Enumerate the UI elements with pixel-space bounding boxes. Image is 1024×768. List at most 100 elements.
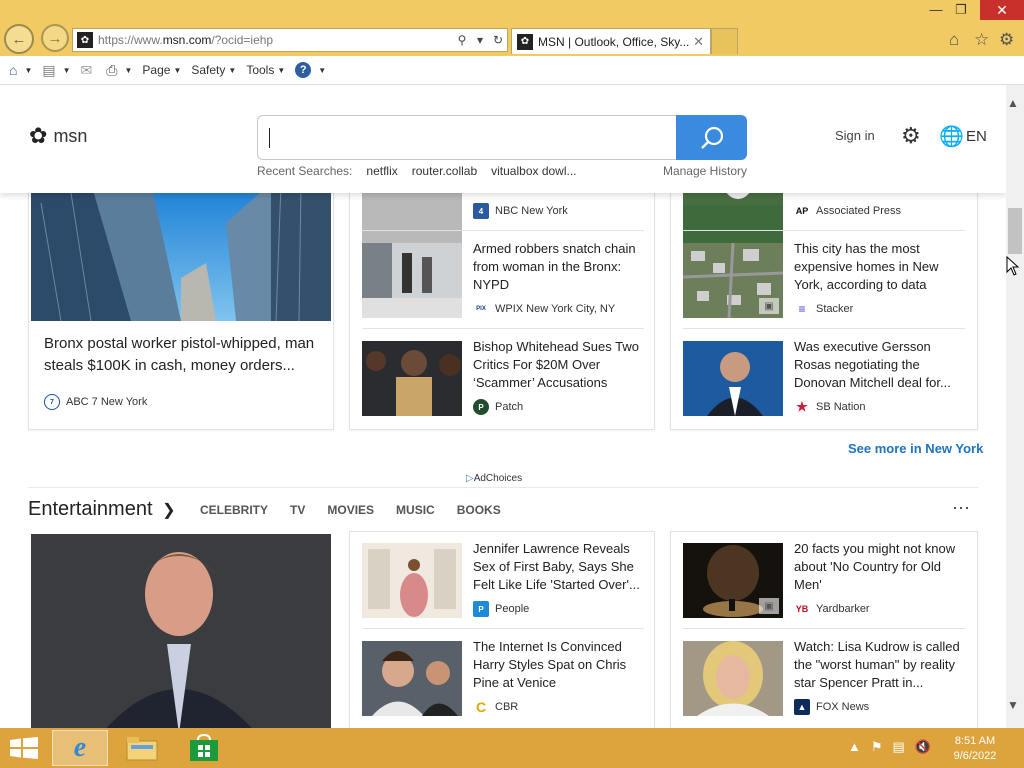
mail-icon: ✉ bbox=[80, 61, 93, 78]
network-icon[interactable]: ▤ bbox=[893, 739, 905, 755]
news-thumb[interactable] bbox=[362, 543, 462, 618]
restore-button[interactable]: ❐ bbox=[947, 0, 975, 20]
taskbar-internet-explorer[interactable]: e bbox=[52, 730, 108, 766]
news-thumb[interactable] bbox=[362, 641, 462, 716]
tab-movies[interactable]: MOVIES bbox=[327, 503, 374, 517]
printer-icon: ⎙ bbox=[106, 61, 118, 78]
taskbar-file-explorer[interactable] bbox=[114, 730, 170, 766]
tab-music[interactable]: MUSIC bbox=[396, 503, 435, 517]
news-thumb[interactable] bbox=[683, 341, 783, 416]
tools-menu[interactable]: Tools ▼ bbox=[246, 63, 285, 77]
clock[interactable]: 8:51 AM 9/6/2022 bbox=[940, 734, 1010, 764]
tab-celebrity[interactable]: CELEBRITY bbox=[200, 503, 268, 517]
home-button[interactable]: ⌂ ▼ bbox=[9, 62, 32, 78]
search-button[interactable] bbox=[676, 115, 747, 160]
divider bbox=[362, 628, 644, 629]
vertical-scrollbar[interactable] bbox=[1006, 85, 1024, 728]
divider bbox=[683, 328, 965, 329]
ap-logo-icon: AP bbox=[794, 203, 810, 219]
feeds-button[interactable]: ▤ ▼ bbox=[42, 62, 70, 79]
back-button[interactable]: ← bbox=[4, 24, 34, 54]
news-thumb[interactable] bbox=[683, 641, 783, 716]
globe-icon[interactable]: 🌐 bbox=[939, 124, 964, 149]
mail-button[interactable]: ✉ bbox=[81, 62, 97, 79]
address-bar[interactable]: ✿ https://www.msn.com/?ocid=iehp ⚲ ▾ ↻ bbox=[72, 28, 508, 52]
taskbar-store[interactable] bbox=[176, 730, 232, 766]
yardbarker-logo-icon: YB bbox=[794, 601, 810, 617]
main-headline[interactable]: Bronx postal worker pistol-whipped, man … bbox=[44, 333, 324, 377]
abc7-logo-icon: 7 bbox=[44, 394, 60, 410]
news-main-card[interactable]: Bronx postal worker pistol-whipped, man … bbox=[28, 180, 334, 430]
msn-logo[interactable]: ✿ msn bbox=[29, 123, 87, 149]
tab-books[interactable]: BOOKS bbox=[457, 503, 501, 517]
news-title[interactable]: Was executive Gersson Rosas negotiating … bbox=[794, 338, 964, 392]
divider bbox=[683, 628, 965, 629]
news-title[interactable]: Armed robbers snatch chain from woman in… bbox=[473, 240, 643, 294]
patch-logo-icon: P bbox=[473, 399, 489, 415]
news-title[interactable]: Bishop Whitehead Sues Two Critics For $2… bbox=[473, 338, 643, 392]
skyscraper-image bbox=[31, 183, 331, 321]
cbr-logo-icon: C bbox=[473, 699, 489, 715]
mouse-cursor-icon bbox=[1006, 256, 1020, 276]
foxnews-logo-icon: ▲ bbox=[794, 699, 810, 715]
news-thumb[interactable]: ▣ bbox=[683, 543, 783, 618]
people-logo-icon: P bbox=[473, 601, 489, 617]
news-thumb[interactable]: ▣ bbox=[683, 243, 783, 318]
help-button[interactable]: ? ▼ bbox=[295, 62, 326, 78]
safety-menu[interactable]: Safety ▼ bbox=[191, 63, 236, 77]
news-source: YB Yardbarker bbox=[794, 601, 870, 617]
forward-button[interactable]: → bbox=[41, 24, 69, 52]
search-input[interactable] bbox=[257, 115, 677, 160]
language-selector[interactable]: EN bbox=[966, 128, 987, 145]
news-title[interactable]: Jennifer Lawrence Reveals Sex of First B… bbox=[473, 540, 643, 594]
tab-msn[interactable]: ✿ MSN | Outlook, Office, Sky... ✕ bbox=[511, 28, 711, 54]
minimize-button[interactable]: — bbox=[922, 0, 950, 20]
volume-muted-icon[interactable]: 🔇 bbox=[915, 739, 931, 755]
dropdown-arrow-icon[interactable]: ▾ bbox=[471, 33, 489, 47]
recent-search-item[interactable]: vitualbox dowl... bbox=[491, 164, 576, 178]
start-button[interactable] bbox=[10, 737, 38, 762]
url-text: https://www.msn.com/?ocid=iehp bbox=[98, 33, 274, 47]
manage-history-link[interactable]: Manage History bbox=[663, 164, 747, 178]
new-tab-button[interactable] bbox=[711, 28, 738, 54]
close-tab-icon[interactable]: ✕ bbox=[693, 34, 704, 50]
tab-tv[interactable]: TV bbox=[290, 503, 305, 517]
news-thumb[interactable] bbox=[362, 243, 462, 318]
show-hidden-icons-icon[interactable]: ▲ bbox=[848, 739, 861, 755]
print-button[interactable]: ⎙ ▼ bbox=[106, 62, 132, 79]
entertainment-main-image[interactable] bbox=[31, 534, 331, 728]
recent-search-item[interactable]: netflix bbox=[366, 164, 397, 178]
close-window-button[interactable]: ✕ bbox=[980, 0, 1024, 20]
home-icon[interactable]: ⌂ bbox=[949, 30, 959, 50]
search-icon[interactable]: ⚲ bbox=[453, 33, 471, 47]
recent-search-item[interactable]: router.collab bbox=[412, 164, 477, 178]
adchoices-link[interactable]: ▷AdChoices bbox=[466, 473, 522, 484]
scroll-down-icon[interactable]: ▼ bbox=[1007, 698, 1019, 712]
more-options-icon[interactable]: ⋯ bbox=[952, 498, 971, 519]
news-title[interactable]: 20 facts you might not know about 'No Co… bbox=[794, 540, 964, 594]
sign-in-link[interactable]: Sign in bbox=[835, 128, 875, 143]
recent-label: Recent Searches: bbox=[257, 164, 353, 178]
settings-gear-icon[interactable]: ⚙ bbox=[901, 123, 921, 149]
news-thumb[interactable] bbox=[362, 341, 462, 416]
msn-favicon-icon: ✿ bbox=[77, 32, 93, 48]
news-title[interactable]: This city has the most expensive homes i… bbox=[794, 240, 964, 294]
page-menu[interactable]: Page ▼ bbox=[142, 63, 181, 77]
scrollbar-thumb[interactable] bbox=[1008, 208, 1022, 254]
tools-gear-icon[interactable]: ⚙ bbox=[999, 30, 1014, 50]
refresh-icon[interactable]: ↻ bbox=[489, 33, 507, 47]
scroll-up-icon[interactable]: ▲ bbox=[1007, 96, 1019, 110]
adchoices-icon: ▷ bbox=[466, 473, 474, 484]
system-tray: ▲ ⚑ ▤ 🔇 bbox=[848, 739, 941, 755]
action-center-flag-icon[interactable]: ⚑ bbox=[871, 739, 883, 755]
sbnation-logo-icon: ★ bbox=[794, 399, 810, 415]
see-more-link[interactable]: See more in New York bbox=[848, 441, 983, 456]
camera-icon: ▣ bbox=[759, 298, 779, 314]
news-title[interactable]: Watch: Lisa Kudrow is called the "worst … bbox=[794, 638, 964, 692]
news-title[interactable]: The Internet Is Convinced Harry Styles S… bbox=[473, 638, 643, 692]
search-icon bbox=[700, 126, 723, 149]
news-col2-card: AP Associated Press ▣ This city has the m… bbox=[670, 169, 978, 430]
favorites-star-icon[interactable]: ☆ bbox=[974, 30, 989, 50]
entertainment-heading[interactable]: Entertainment ❯ bbox=[28, 498, 175, 521]
browser-title-bar: ← → ✿ https://www.msn.com/?ocid=iehp ⚲ ▾… bbox=[0, 0, 1024, 56]
